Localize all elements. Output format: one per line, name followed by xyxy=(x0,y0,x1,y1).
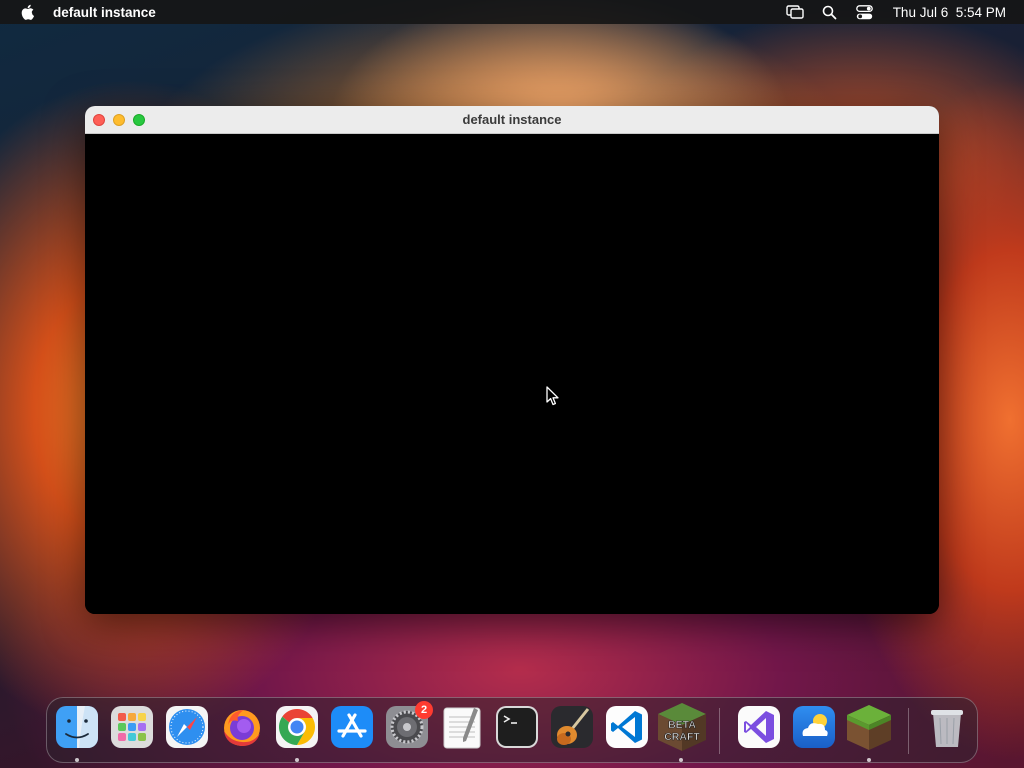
safari-icon xyxy=(166,706,208,748)
screen-mirroring-icon[interactable] xyxy=(785,4,804,20)
dock-item-finder[interactable] xyxy=(55,705,99,749)
menu-bar-clock[interactable]: Thu Jul 6 5:54 PM xyxy=(893,5,1006,20)
menu-bar: default instance Thu Jul 6 5:54 PM xyxy=(0,0,1024,24)
running-indicator xyxy=(867,758,871,762)
dock-item-weather[interactable] xyxy=(792,705,836,749)
betacraft-logo-text-2: CRAFT xyxy=(664,731,700,743)
menu-bar-extras: Thu Jul 6 5:54 PM xyxy=(785,0,1006,24)
dock-item-trash[interactable] xyxy=(925,705,969,749)
dock-item-google-chrome[interactable] xyxy=(275,705,319,749)
dock-item-textedit[interactable] xyxy=(440,705,484,749)
control-center-icon[interactable] xyxy=(856,4,874,20)
dock-item-terminal[interactable] xyxy=(495,705,539,749)
dock-item-visual-studio[interactable] xyxy=(737,705,781,749)
active-app-name[interactable]: default instance xyxy=(53,5,156,20)
dock-item-minecraft[interactable] xyxy=(846,703,892,751)
dock-separator xyxy=(908,708,909,754)
dock-item-firefox[interactable] xyxy=(220,705,264,749)
vscode-icon xyxy=(606,706,648,748)
running-indicator xyxy=(75,758,79,762)
betacraft-icon: BETA CRAFT xyxy=(658,703,706,751)
dock-separator xyxy=(719,708,720,754)
finder-icon xyxy=(56,706,98,748)
notification-badge: 2 xyxy=(415,701,433,719)
dock-item-garageband[interactable] xyxy=(550,705,594,749)
window-title: default instance xyxy=(462,112,562,127)
trash-icon xyxy=(931,710,963,747)
betacraft-logo-text-1: BETA xyxy=(668,719,696,731)
apple-icon[interactable] xyxy=(19,4,35,20)
window-content-area[interactable] xyxy=(85,134,939,614)
visual-studio-icon xyxy=(738,706,780,748)
dock: 2 BETA CRAFT xyxy=(46,697,978,763)
dock-item-betacraft[interactable]: BETA CRAFT xyxy=(656,701,708,753)
firefox-icon xyxy=(224,710,260,746)
window-title-bar[interactable]: default instance xyxy=(85,106,939,134)
terminal-icon xyxy=(496,706,538,748)
weather-icon xyxy=(793,706,835,748)
app-store-icon xyxy=(331,706,373,748)
dock-item-safari[interactable] xyxy=(165,705,209,749)
search-icon[interactable] xyxy=(821,4,839,20)
mouse-cursor-icon xyxy=(546,386,560,411)
app-window: default instance xyxy=(85,106,939,614)
running-indicator xyxy=(295,758,299,762)
launchpad-icon xyxy=(111,706,153,748)
dock-item-visual-studio-code[interactable] xyxy=(605,705,649,749)
running-indicator xyxy=(679,758,683,762)
garageband-icon xyxy=(551,706,593,748)
dock-item-launchpad[interactable] xyxy=(110,705,154,749)
textedit-icon xyxy=(443,707,481,749)
chrome-icon xyxy=(276,706,318,748)
minecraft-icon xyxy=(847,705,891,750)
dock-item-system-settings[interactable]: 2 xyxy=(385,701,433,749)
dock-item-app-store[interactable] xyxy=(330,705,374,749)
